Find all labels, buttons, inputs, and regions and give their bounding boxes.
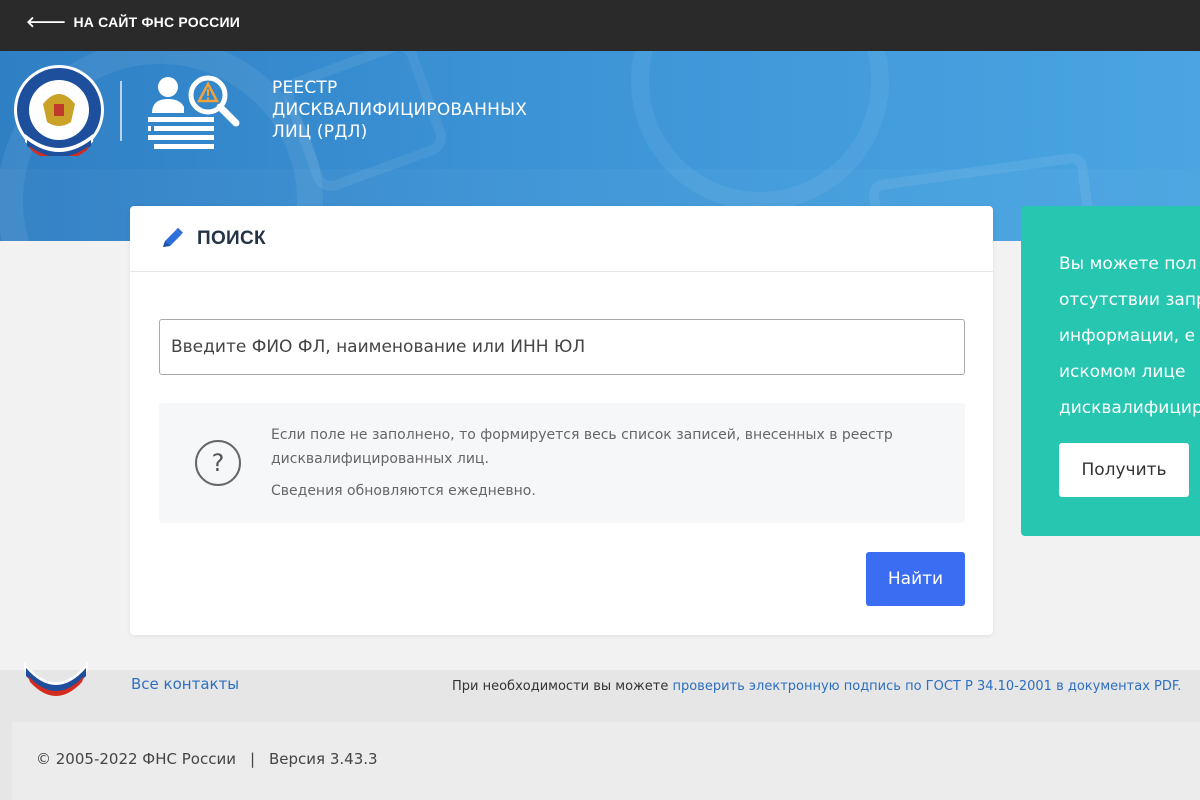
fns-emblem-logo[interactable] [13, 64, 105, 156]
back-link-label: НА САЙТ ФНС РОССИИ [73, 14, 240, 30]
get-certificate-button[interactable]: Получить [1059, 443, 1189, 497]
registry-title-line-1: РЕЕСТР [272, 78, 338, 98]
back-to-fns-link[interactable]: 🡐 НА САЙТ ФНС РОССИИ [26, 14, 240, 30]
find-button[interactable]: Найти [866, 552, 965, 606]
registry-title-line-2: ДИСКВАЛИФИЦИРОВАННЫХ [272, 100, 528, 120]
header-divider [120, 81, 122, 141]
search-title: ПОИСК [197, 228, 266, 249]
panel-text-line-1: Вы можете пол [1059, 254, 1197, 274]
registry-search-icon [148, 75, 240, 149]
registry-title: РЕЕСТР ДИСКВАЛИФИЦИРОВАННЫХ ЛИЦ (РДЛ) [272, 77, 527, 143]
hint-line-empty-field: Если поле не заполнено, то формируется в… [271, 427, 893, 467]
copyright-line: © 2005-2022 ФНС России | Версия 3.43.3 [36, 750, 378, 768]
signature-note: При необходимости вы можете проверить эл… [452, 679, 1181, 694]
footer-fns-logo [24, 662, 88, 696]
search-card: ПОИСК ? Если поле не заполнено, то форми… [130, 206, 993, 635]
panel-text-line-2: отсутствии запр [1059, 290, 1200, 310]
copyright-separator: | [249, 750, 256, 768]
copyright-text: © 2005-2022 ФНС России [36, 750, 236, 768]
panel-text-line-5: дисквалифицир [1059, 398, 1200, 418]
search-hint-text: Если поле не заполнено, то формируется в… [271, 423, 951, 503]
hint-line-daily-update: Сведения обновляются ежедневно. [271, 483, 536, 499]
search-card-header: ПОИСК [130, 206, 993, 272]
arrow-left-icon: 🡐 [26, 13, 67, 31]
verify-signature-link[interactable]: проверить электронную подпись по ГОСТ Р … [672, 679, 1181, 694]
search-hint-box: ? Если поле не заполнено, то формируется… [159, 403, 965, 523]
registry-title-line-3: ЛИЦ (РДЛ) [272, 122, 368, 142]
question-circle-icon: ? [195, 440, 241, 486]
certificate-panel-text: Вы можете пол отсутствии запр информации… [1059, 246, 1200, 426]
panel-text-line-4: искомом лице [1059, 362, 1186, 382]
all-contacts-link[interactable]: Все контакты [131, 675, 239, 693]
panel-text-line-3: информации, е [1059, 326, 1196, 346]
search-input[interactable] [159, 319, 965, 375]
certificate-panel: Вы можете пол отсутствии запр информации… [1021, 206, 1200, 536]
version-text: Версия 3.43.3 [269, 750, 378, 768]
signature-prefix: При необходимости вы можете [452, 679, 673, 694]
top-bar: 🡐 НА САЙТ ФНС РОССИИ [0, 0, 1200, 51]
pencil-icon [163, 228, 183, 247]
